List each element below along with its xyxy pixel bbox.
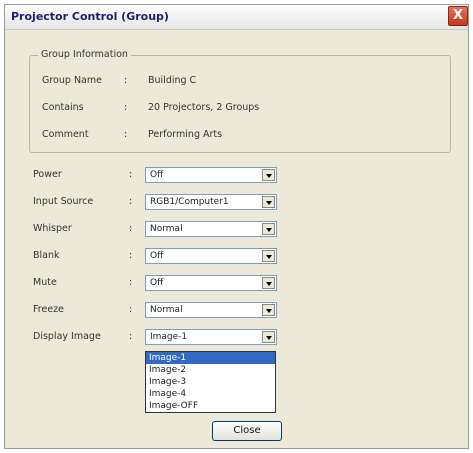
freeze-label: Freeze bbox=[33, 304, 64, 315]
chevron-down-icon[interactable] bbox=[262, 250, 275, 262]
display-image-select[interactable]: Image-1 bbox=[145, 329, 277, 345]
group-information-box: Group Information Group Name : Building … bbox=[29, 49, 451, 153]
whisper-separator: : bbox=[129, 223, 133, 234]
chevron-down-icon[interactable] bbox=[262, 304, 275, 316]
freeze-select[interactable]: Normal bbox=[145, 302, 277, 318]
comment-separator: : bbox=[124, 129, 128, 140]
comment-value: Performing Arts bbox=[148, 129, 223, 140]
display-image-label: Display Image bbox=[33, 331, 101, 342]
whisper-value: Normal bbox=[150, 224, 183, 234]
power-value: Off bbox=[150, 170, 164, 180]
group-information-legend: Group Information bbox=[38, 49, 131, 60]
dropdown-option-image-3[interactable]: Image-3 bbox=[146, 376, 275, 388]
power-label: Power bbox=[33, 169, 62, 180]
freeze-value: Normal bbox=[150, 305, 183, 315]
input-source-separator: : bbox=[129, 196, 133, 207]
mute-value: Off bbox=[150, 278, 164, 288]
freeze-separator: : bbox=[129, 304, 133, 315]
display-image-value: Image-1 bbox=[150, 332, 188, 342]
mute-label: Mute bbox=[33, 277, 57, 288]
projector-control-dialog: Projector Control (Group) X Group Inform… bbox=[4, 4, 469, 449]
close-button[interactable]: Close bbox=[212, 421, 282, 441]
chevron-down-icon[interactable] bbox=[262, 223, 275, 235]
chevron-down-icon[interactable] bbox=[262, 277, 275, 289]
close-window-icon[interactable]: X bbox=[448, 6, 468, 26]
input-source-select[interactable]: RGB1/Computer1 bbox=[145, 194, 277, 210]
contains-value: 20 Projectors, 2 Groups bbox=[148, 102, 260, 113]
chevron-down-icon[interactable] bbox=[262, 331, 275, 343]
window-title: Projector Control (Group) bbox=[11, 10, 169, 23]
blank-select[interactable]: Off bbox=[145, 248, 277, 264]
dropdown-option-image-off[interactable]: Image-OFF bbox=[146, 400, 275, 412]
chevron-down-icon[interactable] bbox=[262, 196, 275, 208]
whisper-label: Whisper bbox=[33, 223, 72, 234]
mute-select[interactable]: Off bbox=[145, 275, 277, 291]
group-name-label: Group Name bbox=[42, 75, 102, 86]
display-image-separator: : bbox=[129, 331, 133, 342]
group-name-value: Building C bbox=[148, 75, 197, 86]
whisper-select[interactable]: Normal bbox=[145, 221, 277, 237]
dropdown-option-image-2[interactable]: Image-2 bbox=[146, 364, 275, 376]
contains-separator: : bbox=[124, 102, 128, 113]
dropdown-option-image-4[interactable]: Image-4 bbox=[146, 388, 275, 400]
contains-label: Contains bbox=[42, 102, 84, 113]
dropdown-option-image-1[interactable]: Image-1 bbox=[146, 352, 275, 364]
display-image-dropdown-list: Image-1 Image-2 Image-3 Image-4 Image-OF… bbox=[145, 351, 276, 413]
group-name-separator: : bbox=[124, 75, 128, 86]
comment-label: Comment bbox=[42, 129, 89, 140]
mute-separator: : bbox=[129, 277, 133, 288]
power-select[interactable]: Off bbox=[145, 167, 277, 183]
input-source-value: RGB1/Computer1 bbox=[150, 197, 229, 207]
blank-label: Blank bbox=[33, 250, 60, 261]
input-source-label: Input Source bbox=[33, 196, 94, 207]
power-separator: : bbox=[129, 169, 133, 180]
blank-separator: : bbox=[129, 250, 133, 261]
chevron-down-icon[interactable] bbox=[262, 169, 275, 181]
title-bar: Projector Control (Group) X bbox=[5, 5, 468, 30]
blank-value: Off bbox=[150, 251, 164, 261]
